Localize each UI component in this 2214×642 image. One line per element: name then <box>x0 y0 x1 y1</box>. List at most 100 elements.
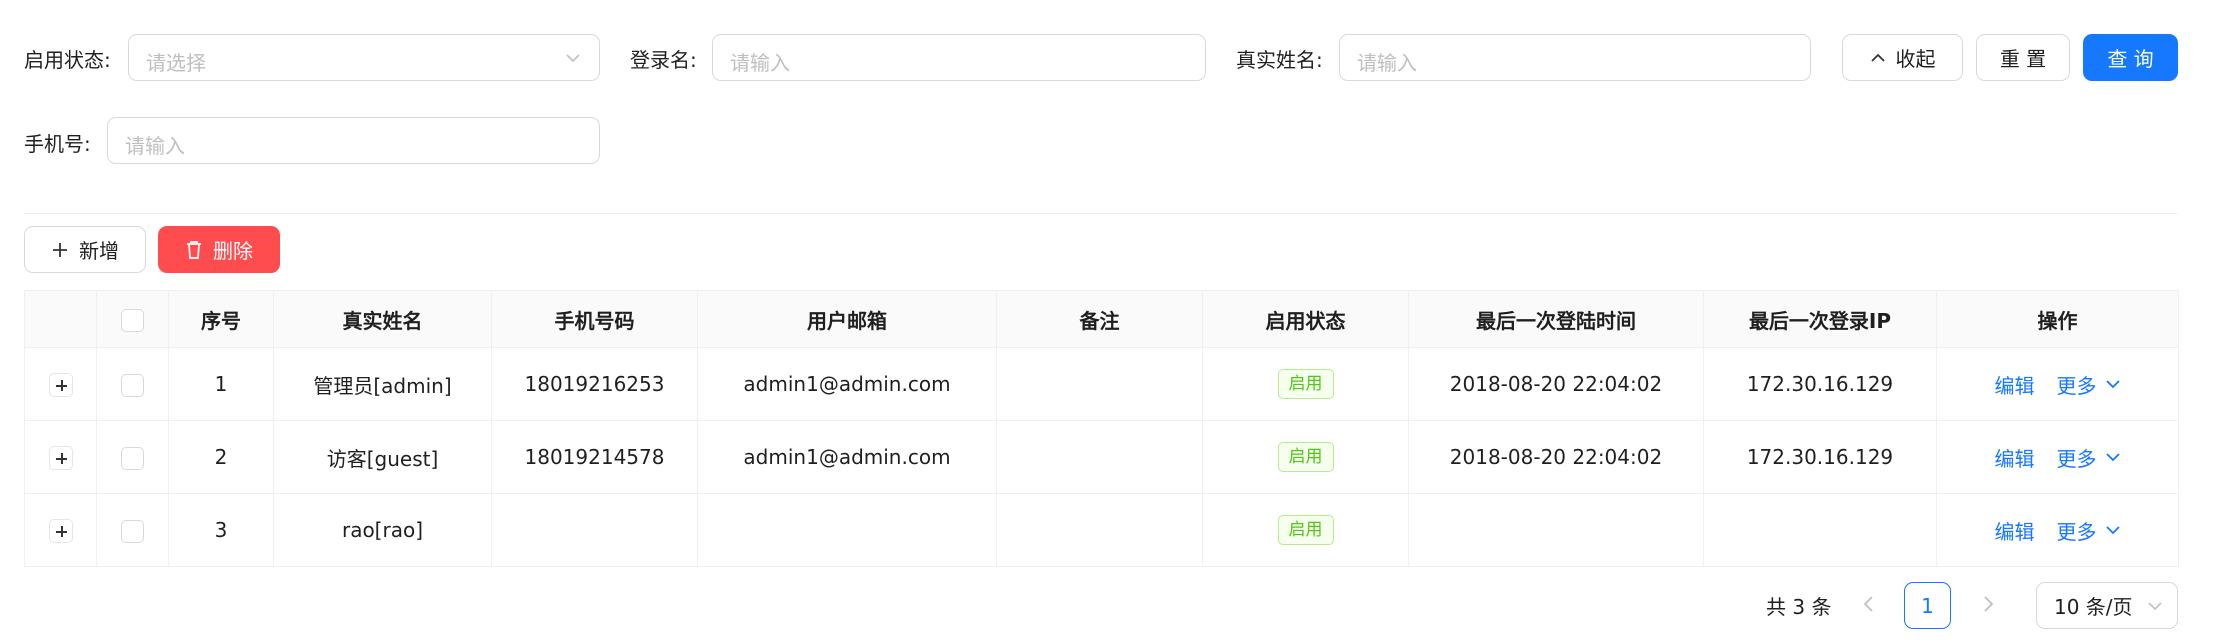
page-size-label: 10 条/页 <box>2054 595 2133 619</box>
realname-input[interactable]: 请输入 <box>1339 34 1811 81</box>
row-checkbox[interactable] <box>121 519 144 543</box>
cell-email: admin1@admin.com <box>697 420 997 494</box>
more-label: 更多 <box>2056 519 2097 544</box>
cell-name: 访客[guest] <box>273 420 492 494</box>
section-divider <box>24 213 2178 214</box>
pagination-total: 共 3 条 <box>1766 595 1832 619</box>
cell-email: admin1@admin.com <box>697 347 997 421</box>
table-row: 1 管理员[admin] 18019216253 admin1@admin.co… <box>24 347 2179 421</box>
cell-phone: 18019216253 <box>491 347 698 421</box>
status-select[interactable]: 请选择 <box>128 34 600 81</box>
login-input-placeholder: 请输入 <box>730 51 790 75</box>
column-header-email[interactable]: 用户邮箱 <box>697 290 997 348</box>
trash-icon <box>187 240 201 259</box>
add-button[interactable]: 新增 <box>24 226 146 273</box>
table-row: 2 访客[guest] 18019214578 admin1@admin.com… <box>24 420 2179 494</box>
cell-index: 1 <box>168 347 274 421</box>
expand-row-icon[interactable] <box>48 518 73 543</box>
row-checkbox[interactable] <box>121 446 144 470</box>
cell-status: 启用 <box>1202 493 1409 567</box>
phone-input-placeholder: 请输入 <box>125 134 185 158</box>
reset-button-label: 重 置 <box>1999 47 2047 71</box>
table-row: 3 rao[rao] 启用 编辑 更多 <box>24 493 2179 567</box>
status-badge: 启用 <box>1277 515 1334 545</box>
chevron-down-icon <box>2105 453 2120 462</box>
cell-last-login <box>1408 493 1704 567</box>
column-header-status[interactable]: 启用状态 <box>1202 290 1409 348</box>
collapse-button-label: 收起 <box>1895 47 1936 71</box>
more-dropdown[interactable]: 更多 <box>2057 370 2121 399</box>
add-button-label: 新增 <box>79 239 119 263</box>
column-header-name[interactable]: 真实姓名 <box>273 290 492 348</box>
cell-actions: 编辑 更多 <box>1936 420 2179 494</box>
login-input[interactable]: 请输入 <box>712 34 1206 81</box>
column-header-ip[interactable]: 最后一次登录IP <box>1703 290 1937 348</box>
collapse-button[interactable]: 收起 <box>1842 34 1963 81</box>
cell-actions: 编辑 更多 <box>1936 493 2179 567</box>
realname-label: 真实姓名: <box>1236 48 1323 72</box>
column-header-last-login[interactable]: 最后一次登陆时间 <box>1408 290 1704 348</box>
edit-link[interactable]: 编辑 <box>1995 443 2035 472</box>
realname-input-placeholder: 请输入 <box>1357 51 1417 75</box>
column-header-index[interactable]: 序号 <box>168 290 274 348</box>
phone-label: 手机号: <box>24 132 91 156</box>
select-all-checkbox[interactable] <box>121 308 144 332</box>
query-button[interactable]: 查 询 <box>2083 34 2178 81</box>
more-dropdown[interactable]: 更多 <box>2057 516 2121 545</box>
expand-cell <box>24 347 97 421</box>
cell-last-login: 2018-08-20 22:04:02 <box>1408 420 1704 494</box>
chevron-up-icon <box>1870 53 1885 62</box>
cell-name: rao[rao] <box>273 493 492 567</box>
cell-remark <box>996 493 1203 567</box>
select-cell <box>96 347 169 421</box>
chevron-down-icon <box>2148 602 2162 611</box>
cell-phone <box>491 493 698 567</box>
reset-button[interactable]: 重 置 <box>1976 34 2070 81</box>
cell-email <box>697 493 997 567</box>
status-select-placeholder: 请选择 <box>146 51 206 75</box>
more-dropdown[interactable]: 更多 <box>2057 443 2121 472</box>
cell-ip: 172.30.16.129 <box>1703 347 1937 421</box>
cell-status: 启用 <box>1202 420 1409 494</box>
table-header-row: 序号 真实姓名 手机号码 用户邮箱 备注 启用状态 最后一次登陆时间 最后一次登… <box>24 290 2179 348</box>
expand-column-header <box>24 290 97 348</box>
more-label: 更多 <box>2056 446 2097 471</box>
edit-link[interactable]: 编辑 <box>1995 370 2035 399</box>
row-checkbox[interactable] <box>121 373 144 397</box>
cell-ip <box>1703 493 1937 567</box>
cell-status: 启用 <box>1202 347 1409 421</box>
column-header-remark[interactable]: 备注 <box>996 290 1203 348</box>
status-badge: 启用 <box>1277 369 1334 399</box>
page-1-button[interactable]: 1 <box>1904 582 1951 629</box>
page-size-select[interactable]: 10 条/页 <box>2036 582 2178 629</box>
login-label: 登录名: <box>630 48 697 72</box>
cell-remark <box>996 347 1203 421</box>
column-header-actions: 操作 <box>1936 290 2179 348</box>
delete-button[interactable]: 删除 <box>158 226 280 273</box>
column-header-phone[interactable]: 手机号码 <box>491 290 698 348</box>
chevron-down-icon <box>2105 526 2120 535</box>
status-label: 启用状态: <box>24 48 111 72</box>
expand-cell <box>24 420 97 494</box>
next-page-icon[interactable] <box>1978 592 1998 616</box>
plus-icon <box>53 242 67 257</box>
select-all-cell <box>96 290 169 348</box>
prev-page-icon[interactable] <box>1859 592 1879 616</box>
expand-row-icon[interactable] <box>48 445 73 470</box>
expand-cell <box>24 493 97 567</box>
query-button-label: 查 询 <box>2107 47 2154 71</box>
expand-row-icon[interactable] <box>48 372 73 397</box>
select-cell <box>96 420 169 494</box>
cell-ip: 172.30.16.129 <box>1703 420 1937 494</box>
cell-name: 管理员[admin] <box>273 347 492 421</box>
cell-remark <box>996 420 1203 494</box>
chevron-down-icon <box>2105 380 2120 389</box>
more-label: 更多 <box>2056 373 2097 398</box>
edit-link[interactable]: 编辑 <box>1995 516 2035 545</box>
cell-index: 2 <box>168 420 274 494</box>
status-badge: 启用 <box>1277 442 1334 472</box>
user-table: 序号 真实姓名 手机号码 用户邮箱 备注 启用状态 最后一次登陆时间 最后一次登… <box>24 290 2179 567</box>
cell-last-login: 2018-08-20 22:04:02 <box>1408 347 1704 421</box>
phone-input[interactable]: 请输入 <box>107 117 600 164</box>
cell-phone: 18019214578 <box>491 420 698 494</box>
